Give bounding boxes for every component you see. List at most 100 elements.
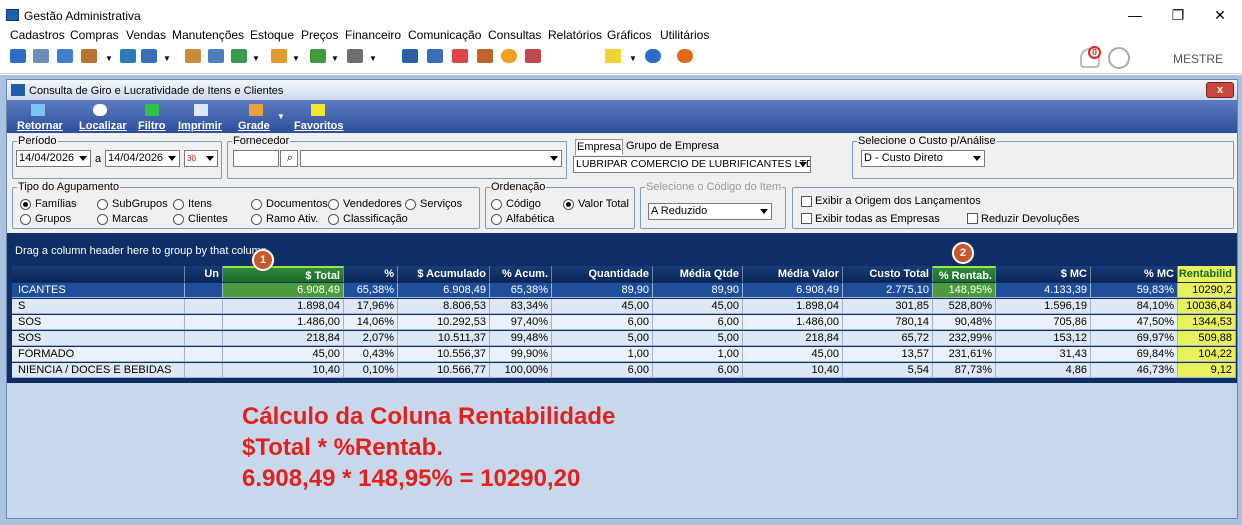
- codigo-item-select[interactable]: A Reduzido: [648, 203, 772, 220]
- cell-pct-mc[interactable]: 46,73%: [1091, 363, 1178, 378]
- maximize-button[interactable]: ❐: [1163, 4, 1193, 26]
- chevron-down-icon[interactable]: ▼: [331, 54, 339, 63]
- radio-marcas[interactable]: [97, 214, 108, 225]
- cell-row-indicator[interactable]: SOS: [12, 331, 185, 346]
- cell-custo-total[interactable]: 2.775,10: [843, 283, 933, 298]
- cell-custo-total[interactable]: 13,57: [843, 347, 933, 362]
- tab-empresa[interactable]: Empresa: [575, 139, 623, 155]
- cell-pct-acum[interactable]: 100,00%: [490, 363, 552, 378]
- cell-pct-mc[interactable]: 47,50%: [1091, 315, 1178, 330]
- cell-total[interactable]: 218,84: [223, 331, 344, 346]
- cell-media-qtde[interactable]: 6,00: [653, 363, 743, 378]
- stamp-icon[interactable]: [347, 49, 363, 63]
- radio-familias[interactable]: [20, 199, 31, 210]
- col-header-rentabilidade[interactable]: Rentabilid: [1178, 266, 1236, 282]
- user-avatar-icon[interactable]: [1108, 47, 1130, 69]
- cell-pct-rentab[interactable]: 90,48%: [933, 315, 996, 330]
- col-header-pct[interactable]: %: [344, 266, 398, 282]
- cell-pct[interactable]: 65,38%: [344, 283, 398, 298]
- radio-documentos[interactable]: [251, 199, 262, 210]
- chevron-down-icon[interactable]: ▼: [163, 54, 171, 63]
- cell-acumulado[interactable]: 10.511,37: [398, 331, 490, 346]
- cell-media-qtde[interactable]: 5,00: [653, 331, 743, 346]
- chevron-down-icon[interactable]: ▼: [252, 54, 260, 63]
- calendar-button[interactable]: 30: [184, 150, 218, 167]
- box-icon[interactable]: [141, 49, 157, 63]
- cell-un[interactable]: [185, 283, 223, 298]
- cell-row-indicator[interactable]: FORMADO: [12, 347, 185, 362]
- cell-un[interactable]: [185, 299, 223, 314]
- cell-media-valor[interactable]: 218,84: [743, 331, 843, 346]
- cell-row-indicator[interactable]: S: [12, 299, 185, 314]
- cell-mc[interactable]: 705,86: [996, 315, 1091, 330]
- cell-pct-acum[interactable]: 83,34%: [490, 299, 552, 314]
- col-header-pct-acum[interactable]: % Acum.: [490, 266, 552, 282]
- child-close-button[interactable]: x: [1206, 82, 1234, 98]
- cell-pct-acum[interactable]: 97,40%: [490, 315, 552, 330]
- empresa-select[interactable]: LUBRIPAR COMERCIO DE LUBRIFICANTES LTDA …: [573, 156, 811, 173]
- menu-manutencoes[interactable]: Manutenções: [172, 28, 244, 42]
- radio-alfabetica[interactable]: [491, 214, 502, 225]
- cell-media-valor[interactable]: 10,40: [743, 363, 843, 378]
- cell-pct[interactable]: 14,06%: [344, 315, 398, 330]
- card-icon[interactable]: [57, 49, 73, 63]
- cell-un[interactable]: [185, 315, 223, 330]
- radio-itens[interactable]: [173, 199, 184, 210]
- fornecedor-code-input[interactable]: [233, 150, 279, 167]
- smiley-icon[interactable]: [677, 49, 693, 63]
- cell-un[interactable]: [185, 331, 223, 346]
- cell-un[interactable]: [185, 363, 223, 378]
- menu-estoque[interactable]: Estoque: [250, 28, 294, 42]
- cell-quantidade[interactable]: 6,00: [552, 363, 653, 378]
- cell-mc[interactable]: 153,12: [996, 331, 1091, 346]
- col-header-quantidade[interactable]: Quantidade: [552, 266, 653, 282]
- menu-financeiro[interactable]: Financeiro: [345, 28, 401, 42]
- col-header-mc[interactable]: $ MC: [996, 266, 1091, 282]
- radio-vendedores[interactable]: [328, 199, 339, 210]
- cell-total[interactable]: 10,40: [223, 363, 344, 378]
- cell-pct-acum[interactable]: 65,38%: [490, 283, 552, 298]
- radio-classificacao[interactable]: [328, 214, 339, 225]
- menu-consultas[interactable]: Consultas: [488, 28, 541, 42]
- cell-custo-total[interactable]: 5,54: [843, 363, 933, 378]
- cell-media-qtde[interactable]: 1,00: [653, 347, 743, 362]
- cell-rentabilidade[interactable]: 1344,53: [1178, 315, 1236, 330]
- cell-pct-mc[interactable]: 59,83%: [1091, 283, 1178, 298]
- cell-mc[interactable]: 31,43: [996, 347, 1091, 362]
- cell-custo-total[interactable]: 780,14: [843, 315, 933, 330]
- search-icon[interactable]: ⌕: [280, 150, 298, 167]
- retornar-button[interactable]: Retornar: [17, 120, 63, 132]
- cell-pct-mc[interactable]: 69,84%: [1091, 347, 1178, 362]
- cell-media-qtde[interactable]: 45,00: [653, 299, 743, 314]
- cell-quantidade[interactable]: 5,00: [552, 331, 653, 346]
- col-header-un[interactable]: Un: [185, 266, 223, 282]
- cell-mc[interactable]: 4.133,39: [996, 283, 1091, 298]
- cell-un[interactable]: [185, 347, 223, 362]
- cell-pct-acum[interactable]: 99,48%: [490, 331, 552, 346]
- cell-total[interactable]: 1.486,00: [223, 315, 344, 330]
- cell-custo-total[interactable]: 65,72: [843, 331, 933, 346]
- menu-vendas[interactable]: Vendas: [126, 28, 166, 42]
- calendar-icon[interactable]: [452, 49, 468, 63]
- cell-rentabilidade[interactable]: 9,12: [1178, 363, 1236, 378]
- radio-subgrupos[interactable]: [97, 199, 108, 210]
- cell-rentabilidade[interactable]: 10036,84: [1178, 299, 1236, 314]
- cell-total[interactable]: 1.898,04: [223, 299, 344, 314]
- shopping-cart-icon[interactable]: [231, 49, 247, 63]
- checkbox-origem[interactable]: [801, 196, 812, 207]
- cell-acumulado[interactable]: 8.806,53: [398, 299, 490, 314]
- cell-quantidade[interactable]: 1,00: [552, 347, 653, 362]
- cell-custo-total[interactable]: 301,85: [843, 299, 933, 314]
- cell-quantidade[interactable]: 89,90: [552, 283, 653, 298]
- person-icon[interactable]: [185, 49, 201, 63]
- cell-total[interactable]: 45,00: [223, 347, 344, 362]
- col-header-total[interactable]: $ Total: [223, 266, 344, 282]
- cell-row-indicator[interactable]: SOS: [12, 315, 185, 330]
- folder-icon[interactable]: [10, 49, 26, 63]
- note-icon[interactable]: [271, 49, 287, 63]
- menu-relatorios[interactable]: Relatórios: [548, 28, 602, 42]
- report-icon[interactable]: [477, 49, 493, 63]
- cell-pct[interactable]: 2,07%: [344, 331, 398, 346]
- cell-pct-rentab[interactable]: 148,95%: [933, 283, 996, 298]
- calculator-icon[interactable]: [120, 49, 136, 63]
